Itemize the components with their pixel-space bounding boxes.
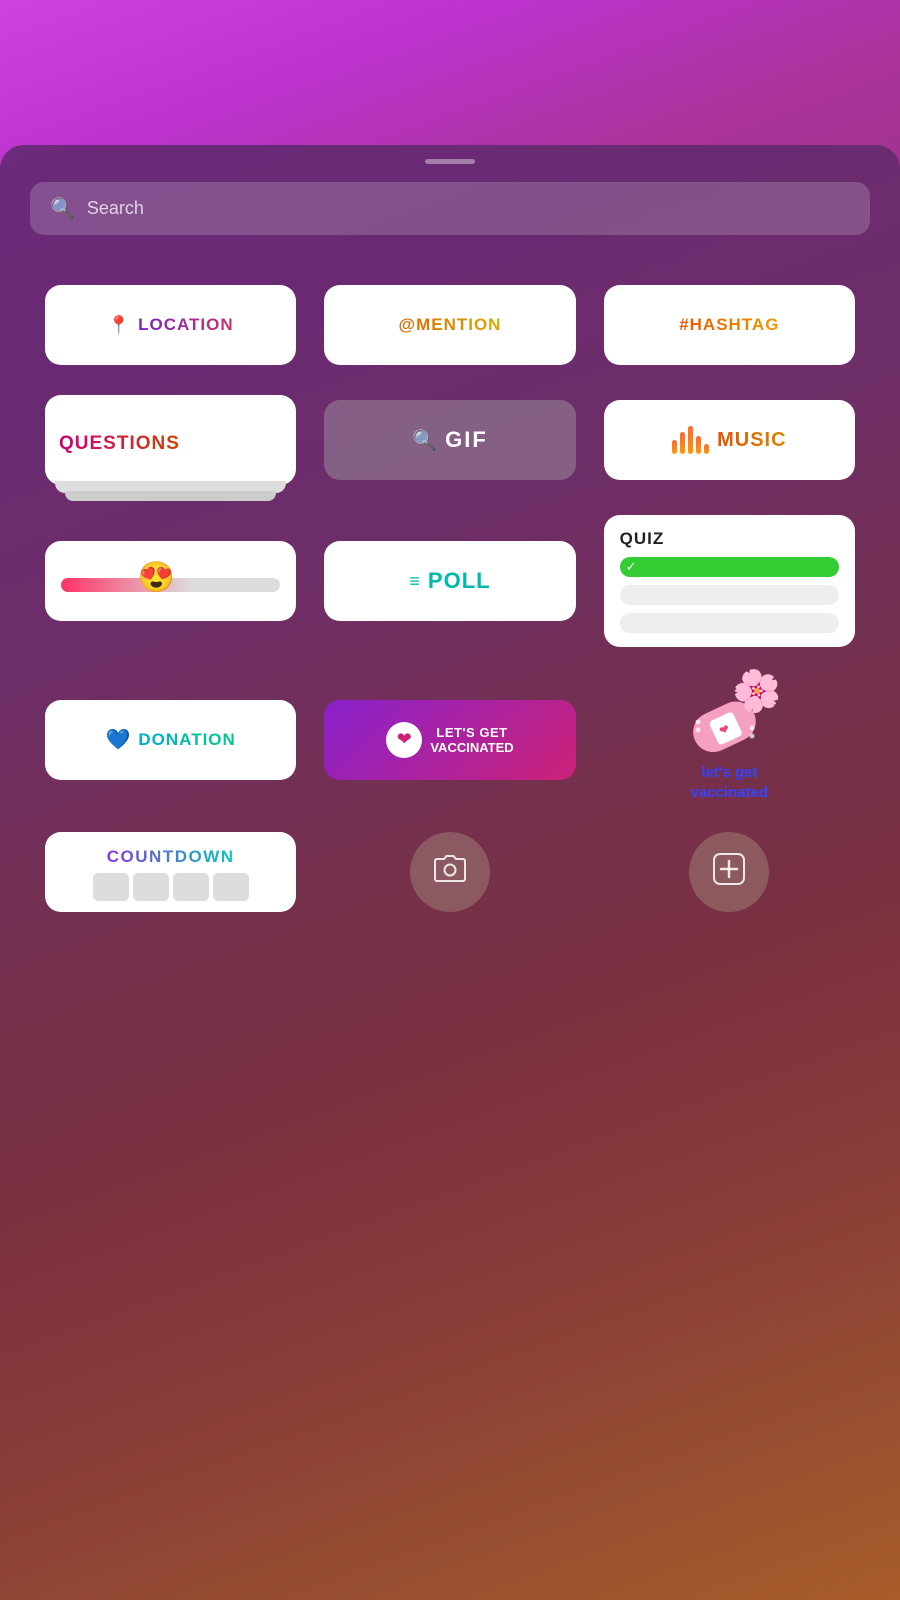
stickers-grid: 📍 LOCATION @MENTION #HASHTAG QUESTIONS	[0, 265, 900, 932]
questions-label: QUESTIONS	[59, 433, 180, 455]
vaccinated-illus-item: 🌸 ❤	[604, 677, 855, 802]
music-bar-4	[696, 436, 701, 454]
quiz-sticker[interactable]: QUIZ ✓	[604, 515, 855, 647]
donation-heart-icon: 💙	[106, 727, 131, 752]
vacc-inner: ❤ LET'S GET VACCINATED	[386, 722, 513, 758]
search-bar[interactable]: 🔍 Search	[30, 182, 870, 235]
music-sticker[interactable]: MUSIC	[604, 400, 855, 480]
hashtag-label: #HASHTAG	[679, 315, 779, 335]
questions-sticker[interactable]: QUESTIONS	[45, 395, 296, 485]
questions-shadow2	[65, 491, 276, 501]
add-button[interactable]	[689, 832, 769, 912]
donation-sticker-item: 💙 DONATION	[45, 677, 296, 802]
vacc-illus-text: let's get vaccinated	[691, 763, 769, 802]
vaccinated-sticker[interactable]: ❤ LET'S GET VACCINATED	[324, 700, 575, 780]
quiz-answer-bar-2	[620, 613, 839, 633]
music-sticker-item: MUSIC	[604, 395, 855, 485]
bandage-sticker-wrap: 🌸 ❤	[682, 677, 777, 767]
countdown-label: COUNTDOWN	[107, 847, 235, 867]
music-label: MUSIC	[717, 429, 786, 452]
countdown-box-4	[213, 873, 249, 901]
countdown-box-3	[173, 873, 209, 901]
quiz-correct-answer: ✓	[620, 557, 839, 577]
music-bar-3	[688, 426, 693, 454]
countdown-box-1	[93, 873, 129, 901]
quiz-check-icon: ✓	[626, 559, 637, 575]
countdown-box-2	[133, 873, 169, 901]
music-bar-5	[704, 444, 709, 454]
camera-button[interactable]	[410, 832, 490, 912]
add-icon-item	[604, 832, 855, 912]
poll-sticker[interactable]: ≡ POLL	[324, 541, 575, 621]
hashtag-sticker[interactable]: #HASHTAG	[604, 285, 855, 365]
poll-icon: ≡	[409, 571, 420, 592]
gif-sticker[interactable]: 🔍 GIF	[324, 400, 575, 480]
location-sticker-item: 📍 LOCATION	[45, 285, 296, 365]
questions-sticker-item: QUESTIONS	[45, 395, 296, 485]
hashtag-sticker-item: #HASHTAG	[604, 285, 855, 365]
location-pin-icon: 📍	[108, 315, 130, 336]
drag-handle[interactable]	[425, 159, 475, 164]
countdown-sticker-item: COUNTDOWN	[45, 832, 296, 912]
search-icon: 🔍	[50, 196, 75, 221]
donation-sticker[interactable]: 💙 DONATION	[45, 700, 296, 780]
location-sticker[interactable]: 📍 LOCATION	[45, 285, 296, 365]
emoji-slider-sticker[interactable]: 😍	[45, 541, 296, 621]
poll-label: POLL	[428, 568, 491, 594]
slider-emoji: 😍	[138, 560, 175, 595]
gif-sticker-item: 🔍 GIF	[324, 395, 575, 485]
quiz-sticker-item: QUIZ ✓	[604, 515, 855, 647]
sticker-sheet: 🔍 Search 📍 LOCATION @MENTION #HASHTAG	[0, 145, 900, 1600]
vacc-text-wrap: LET'S GET VACCINATED	[430, 725, 513, 755]
add-icon	[713, 853, 745, 892]
mention-sticker[interactable]: @MENTION	[324, 285, 575, 365]
vaccinated-illus[interactable]: 🌸 ❤	[682, 677, 777, 802]
quiz-answer-bar-1	[620, 585, 839, 605]
camera-icon	[433, 855, 467, 890]
vacc-top-label: LET'S GET	[430, 725, 513, 740]
gif-search-icon: 🔍	[412, 428, 437, 453]
mention-sticker-item: @MENTION	[324, 285, 575, 365]
quiz-label: QUIZ	[620, 529, 665, 549]
vacc-line2: vaccinated	[691, 784, 769, 801]
camera-icon-item	[324, 832, 575, 912]
music-bars-icon	[672, 426, 709, 454]
mention-label: @MENTION	[399, 315, 502, 335]
vacc-heart-wrap: ❤	[386, 722, 422, 758]
music-bar-2	[680, 432, 685, 454]
gif-label: GIF	[445, 427, 488, 453]
vaccinated-card-item: ❤ LET'S GET VACCINATED	[324, 677, 575, 802]
slider-wrapper: 😍	[61, 574, 280, 596]
vacc-bottom-label: VACCINATED	[430, 740, 513, 755]
music-bar-1	[672, 440, 677, 454]
donation-label: DONATION	[138, 730, 235, 750]
vacc-heart-icon: ❤	[397, 729, 412, 750]
countdown-sticker[interactable]: COUNTDOWN	[45, 832, 296, 912]
search-placeholder: Search	[87, 198, 144, 219]
countdown-boxes	[93, 873, 249, 901]
poll-sticker-item: ≡ POLL	[324, 515, 575, 647]
emoji-slider-sticker-item: 😍	[45, 515, 296, 647]
location-label: LOCATION	[138, 315, 234, 335]
